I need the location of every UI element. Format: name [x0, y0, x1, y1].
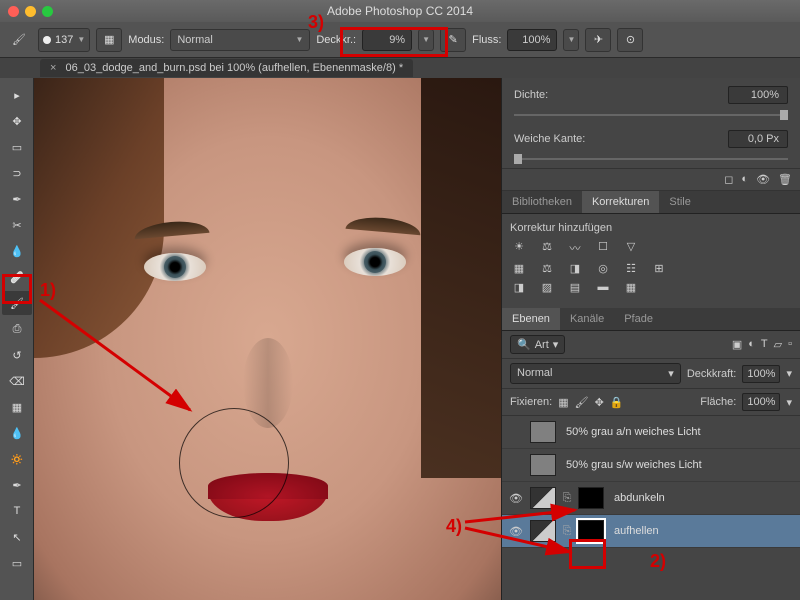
annotation-arrows [0, 0, 800, 600]
